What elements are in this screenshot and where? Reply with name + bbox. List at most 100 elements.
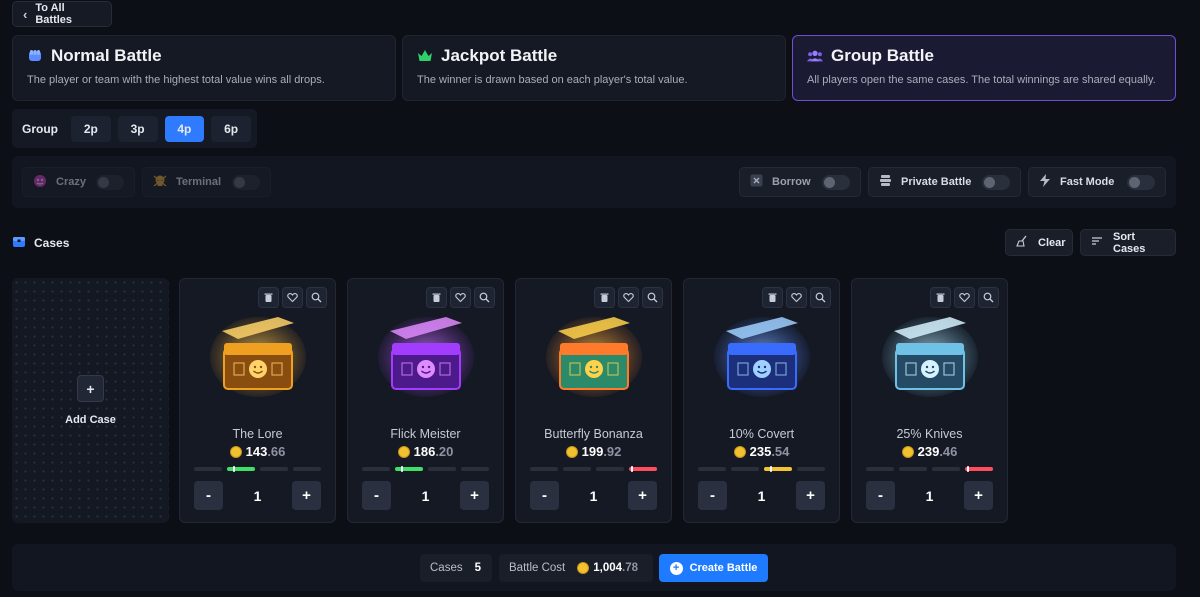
add-case-tile[interactable]: + Add Case [12,278,169,523]
quantity-value: 1 [925,487,934,504]
increase-quantity-button[interactable]: + [964,481,993,510]
terminal-toggle[interactable] [232,174,260,190]
lightning-icon [1039,174,1051,190]
case-image [546,317,642,397]
case-price-int: 186 [413,444,436,459]
battle-cost-value: 1,004.78 [577,562,638,574]
rarity-fill [629,467,657,471]
inspect-case-button[interactable] [474,287,495,308]
sort-cases-button[interactable]: Sort Cases [1080,229,1176,256]
delete-case-button[interactable] [594,287,615,308]
decrease-quantity-button[interactable]: - [362,481,391,510]
group-option-6p[interactable]: 6p [211,115,251,142]
mode-card-group[interactable]: Group Battle All players open the same c… [792,35,1176,101]
fast-mode-label: Fast Mode [1060,176,1115,188]
quantity-stepper: - 1 + [866,481,993,510]
rarity-segment [461,467,489,471]
case-price: 199.92 [516,444,671,459]
plus-circle-icon: + [669,561,683,575]
group-option-3p[interactable]: 3p [117,115,158,142]
decrease-quantity-button[interactable]: - [866,481,895,510]
cases-count-box: Cases 5 [420,554,492,582]
private-battle-toggle[interactable] [982,174,1010,190]
case-card[interactable]: Flick Meister 186.20 - 1 + [347,278,504,523]
case-price-dec: .20 [435,444,454,459]
mode-card-normal[interactable]: Normal Battle The player or team with th… [12,35,396,101]
cases-heading: Cases [12,234,69,251]
fast-mode-toggle[interactable] [1127,174,1155,190]
decrease-quantity-button[interactable]: - [194,481,223,510]
case-card[interactable]: The Lore 143.66 - 1 + [179,278,336,523]
borrow-toggle[interactable] [822,174,850,190]
quantity-stepper: - 1 + [194,481,321,510]
decrease-quantity-button[interactable]: - [530,481,559,510]
crazy-toggle[interactable] [96,174,124,190]
rarity-segment [530,467,558,471]
rarity-marker [967,466,969,472]
case-card[interactable]: 25% Knives 239.46 - 1 + [851,278,1008,523]
quantity-stepper: - 1 + [362,481,489,510]
cases-title: Cases [34,235,70,250]
delete-case-button[interactable] [258,287,279,308]
increase-quantity-button[interactable]: + [628,481,657,510]
group-option-2p[interactable]: 2p [71,115,111,142]
inspect-case-button[interactable] [306,287,327,308]
quantity-stepper: - 1 + [698,481,825,510]
case-image [210,317,306,397]
favorite-case-button[interactable] [282,287,303,308]
fast-mode-option[interactable]: Fast Mode [1028,167,1166,197]
favorite-case-button[interactable] [786,287,807,308]
trash-icon [936,293,945,302]
back-to-battles-button[interactable]: ‹ To All Battles [12,1,112,27]
rarity-bar [362,466,489,472]
terminal-option[interactable]: Terminal [142,167,271,197]
borrow-option[interactable]: Borrow [739,167,861,197]
rarity-segment [899,467,927,471]
inspect-case-button[interactable] [978,287,999,308]
case-actions [258,287,327,308]
quantity-value: 1 [589,487,598,504]
case-card[interactable]: Butterfly Bonanza 199.92 - 1 + [515,278,672,523]
terminal-label: Terminal [176,176,222,188]
favorite-case-button[interactable] [618,287,639,308]
delete-case-button[interactable] [426,287,447,308]
magnifier-icon [479,292,490,303]
case-actions [426,287,495,308]
case-card[interactable]: 10% Covert 235.54 - 1 + [683,278,840,523]
trash-icon [600,293,609,302]
battle-options-bar: Crazy Terminal Borrow Private Battle Fas… [12,156,1176,208]
skull-icon [153,174,167,191]
group-size-selector: Group 2p 3p 4p 6p [12,109,257,148]
increase-quantity-button[interactable]: + [292,481,321,510]
heart-icon [791,293,802,303]
coin-icon [901,445,914,458]
increase-quantity-button[interactable]: + [796,481,825,510]
coin-icon [577,562,590,574]
crazy-option[interactable]: Crazy [22,167,135,197]
mode-card-jackpot[interactable]: Jackpot Battle The winner is drawn based… [402,35,786,101]
group-option-4p[interactable]: 4p [164,115,205,142]
delete-case-button[interactable] [930,287,951,308]
favorite-case-button[interactable] [450,287,471,308]
battle-footer: Cases 5 Battle Cost 1,004.78 + Create Ba… [12,544,1176,591]
chevron-left-icon: ‹ [23,6,28,22]
fist-icon [27,48,43,64]
case-price-dec: .46 [939,444,958,459]
private-battle-option[interactable]: Private Battle [868,167,1021,197]
decrease-quantity-button[interactable]: - [698,481,727,510]
heart-icon [623,293,634,303]
quantity-value: 1 [421,487,430,504]
case-actions [762,287,831,308]
case-price-int: 199 [581,444,604,459]
battle-cost-dec: .78 [622,562,639,574]
increase-quantity-button[interactable]: + [460,481,489,510]
create-battle-button[interactable]: + Create Battle [659,554,768,582]
inspect-case-button[interactable] [642,287,663,308]
inspect-case-button[interactable] [810,287,831,308]
add-case-label: Add Case [65,414,116,426]
clear-button[interactable]: Clear [1005,229,1073,256]
borrow-label: Borrow [772,176,811,188]
delete-case-button[interactable] [762,287,783,308]
trash-icon [768,293,777,302]
favorite-case-button[interactable] [954,287,975,308]
